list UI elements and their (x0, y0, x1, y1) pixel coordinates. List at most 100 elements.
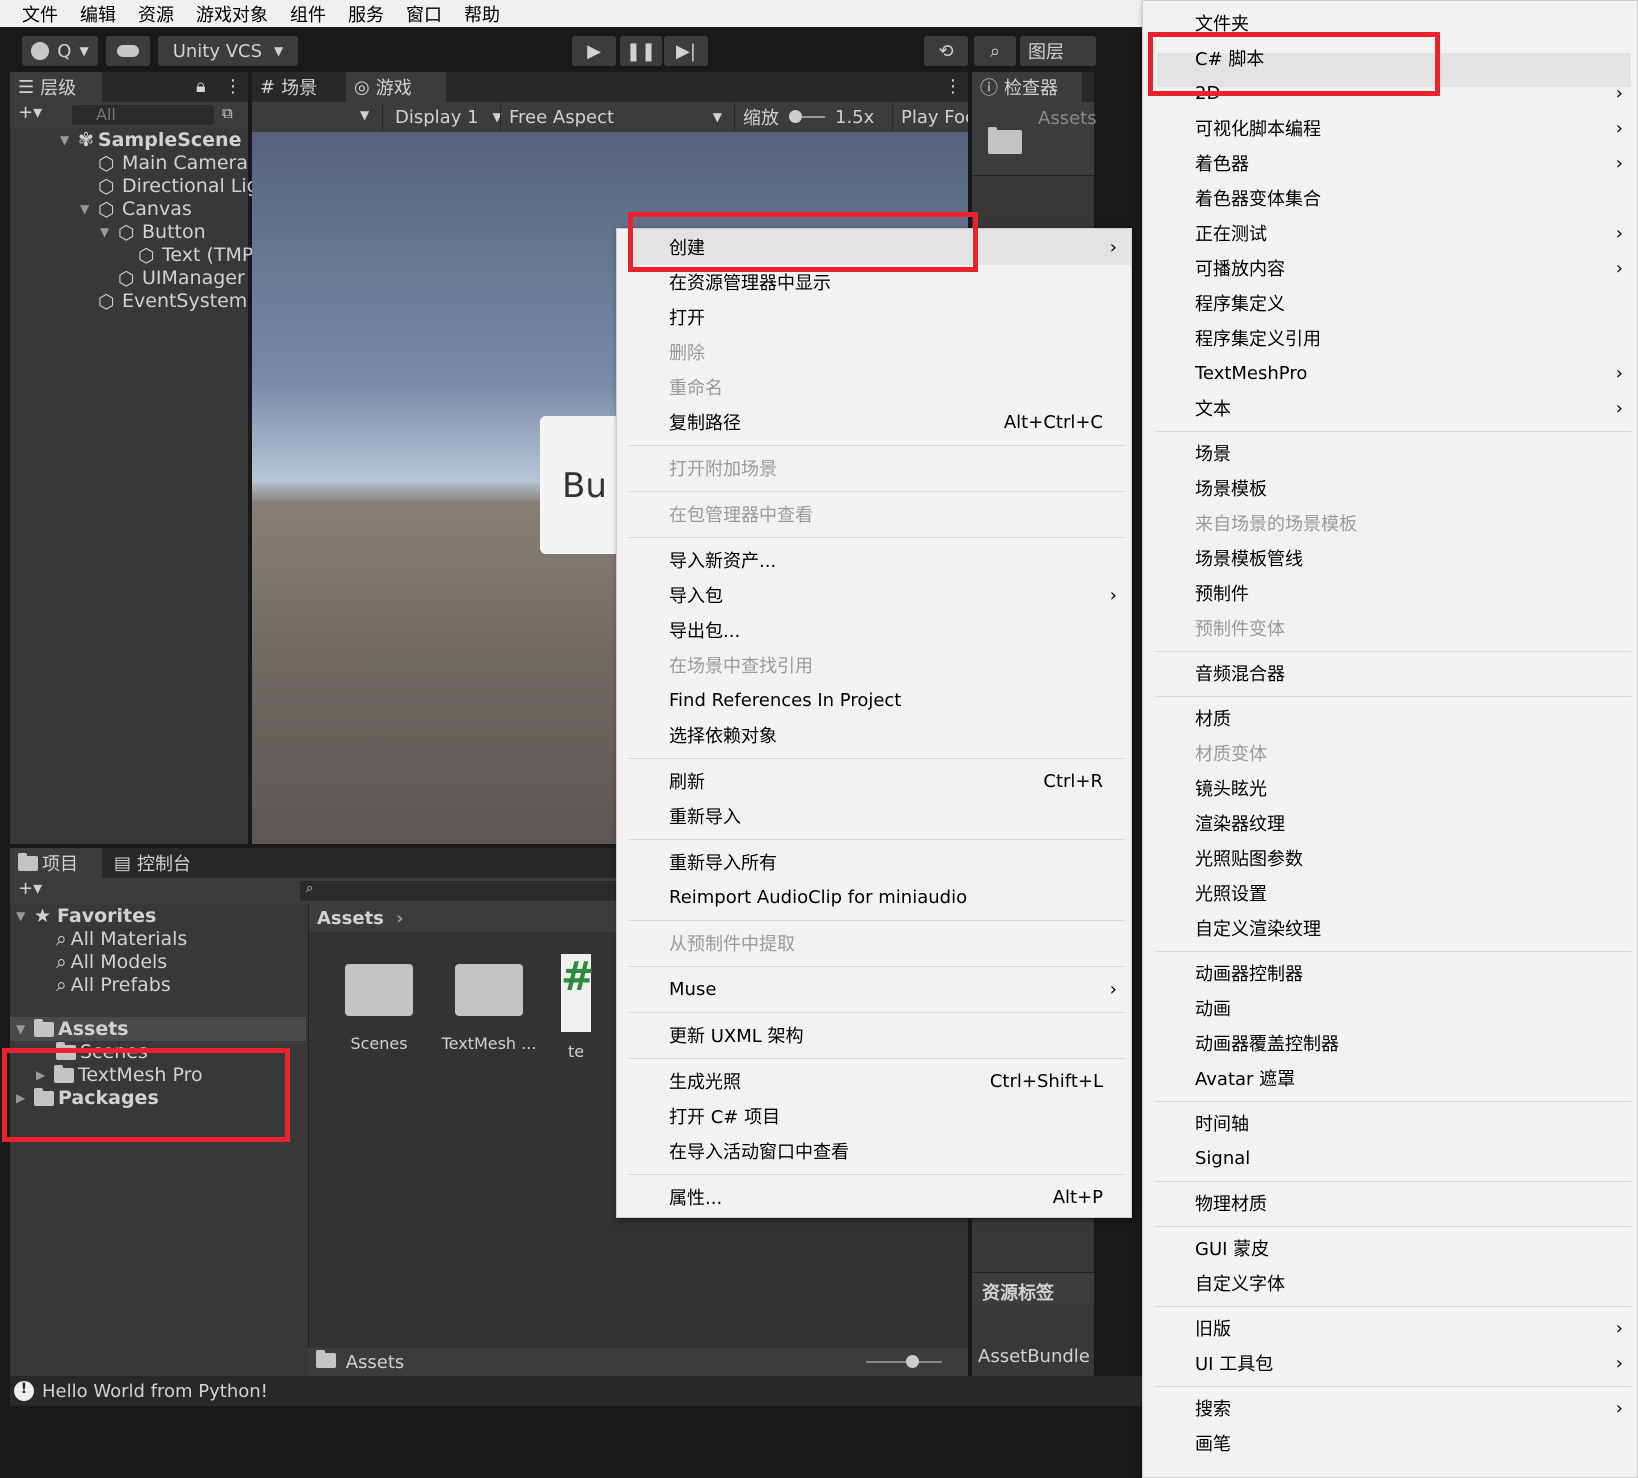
menu-item-muse[interactable]: Muse › (617, 973, 1131, 1005)
add-icon[interactable]: +▾ (18, 102, 42, 123)
lock-icon[interactable]: 🔒︎ (196, 76, 206, 97)
step-button[interactable]: ▶| (664, 36, 708, 66)
menu-component[interactable]: 组件 (290, 1, 326, 27)
layers-dropdown[interactable]: 图层 (1020, 36, 1096, 66)
play-focused-dropdown[interactable]: Play Foc (892, 102, 968, 132)
submenu-item[interactable]: Signal (1143, 1142, 1637, 1174)
menu-item-open[interactable]: 打开 (617, 301, 1131, 333)
menu-item-open-csharp-project[interactable]: 打开 C# 项目 (617, 1100, 1131, 1132)
status-message-row[interactable]: ! Hello World from Python! (10, 1376, 1145, 1406)
asset-folder-scenes[interactable]: Scenes (339, 964, 419, 1053)
zoom-control[interactable]: 缩放 1.5x (734, 102, 874, 132)
submenu-item[interactable]: 画笔 (1143, 1427, 1637, 1459)
scene-root[interactable]: ▼ ✾ SampleScene (60, 128, 241, 152)
menu-edit[interactable]: 编辑 (80, 1, 116, 27)
menu-item-select-dependencies[interactable]: 选择依赖对象 (617, 719, 1131, 751)
account-button[interactable]: Q ▼ (22, 36, 98, 66)
favorite-item[interactable]: ⌕ All Models (56, 950, 167, 974)
submenu-item[interactable]: 着色器 › (1143, 147, 1637, 179)
assets-node[interactable]: ▼ Assets (16, 1017, 129, 1041)
submenu-item[interactable]: 文本 › (1143, 392, 1637, 424)
favorite-item[interactable]: ⌕ All Prefabs (56, 973, 171, 997)
submenu-item[interactable]: 光照贴图参数 (1143, 842, 1637, 874)
favorite-item[interactable]: ⌕ All Materials (56, 927, 187, 951)
submenu-item[interactable]: 材质 (1143, 702, 1637, 734)
menu-window[interactable]: 窗口 (406, 1, 442, 27)
menu-item-properties[interactable]: 属性... Alt+P (617, 1181, 1131, 1213)
hierarchy-item[interactable]: ⬡ Directional Lig (98, 174, 259, 198)
add-icon[interactable]: +▾ (18, 878, 42, 899)
aspect-dropdown[interactable]: Free Aspect ▼ (500, 102, 728, 132)
submenu-item[interactable]: 自定义字体 (1143, 1267, 1637, 1299)
menu-item-reimport-audioclip[interactable]: Reimport AudioClip for miniaudio (617, 881, 1131, 913)
tab-inspector[interactable]: ⓘ 检查器 (972, 72, 1082, 102)
submenu-item[interactable]: 可视化脚本编程 › (1143, 112, 1637, 144)
play-button[interactable]: ▶ (572, 36, 616, 66)
submenu-item[interactable]: 预制件 (1143, 577, 1637, 609)
menu-item-refresh[interactable]: 刷新 Ctrl+R (617, 765, 1131, 797)
history-button[interactable]: ⟲ (924, 36, 968, 66)
menu-item-view-import-activity[interactable]: 在导入活动窗口中查看 (617, 1135, 1131, 1167)
chevron-down-icon[interactable]: ▼ (360, 108, 369, 122)
submenu-item[interactable]: Avatar 遮罩 (1143, 1062, 1637, 1094)
submenu-item[interactable]: UI 工具包 › (1143, 1347, 1637, 1379)
tab-game[interactable]: ◎ 游戏 (346, 72, 446, 102)
pause-button[interactable]: ❚❚ (620, 36, 662, 66)
submenu-item[interactable]: 渲染器纹理 (1143, 807, 1637, 839)
menu-item-export-package[interactable]: 导出包... (617, 614, 1131, 646)
submenu-item[interactable]: 场景模板 (1143, 472, 1637, 504)
cloud-button[interactable] (106, 36, 150, 66)
submenu-item[interactable]: 场景 (1143, 437, 1637, 469)
submenu-item[interactable]: 音频混合器 (1143, 657, 1637, 689)
hierarchy-item[interactable]: ⬡ Text (TMP (138, 243, 253, 267)
icon-size-slider[interactable] (866, 1355, 942, 1368)
menu-gameobject[interactable]: 游戏对象 (196, 1, 268, 27)
submenu-item[interactable]: 搜索 › (1143, 1392, 1637, 1424)
menu-services[interactable]: 服务 (348, 1, 384, 27)
tab-console[interactable]: ▤ 控制台 (106, 848, 216, 878)
search-button[interactable]: ⌕ (974, 36, 1016, 66)
tab-scene[interactable]: # 场景 (252, 72, 344, 102)
menu-item-import-package[interactable]: 导入包 › (617, 579, 1131, 611)
submenu-item[interactable]: 物理材质 (1143, 1187, 1637, 1219)
menu-item-find-refs-project[interactable]: Find References In Project (617, 684, 1131, 716)
menu-item-update-uxml[interactable]: 更新 UXML 架构 (617, 1019, 1131, 1051)
unity-vcs-button[interactable]: Unity VCS ▼ (158, 36, 298, 66)
menu-item-generate-lighting[interactable]: 生成光照 Ctrl+Shift+L (617, 1065, 1131, 1097)
hierarchy-item[interactable]: ⬡ Main Camera (98, 151, 248, 175)
submenu-item[interactable]: 程序集定义引用 (1143, 322, 1637, 354)
submenu-item[interactable]: 自定义渲染纹理 (1143, 912, 1637, 944)
menu-item-copy-path[interactable]: 复制路径 Alt+Ctrl+C (617, 406, 1131, 438)
submenu-item[interactable]: 动画 (1143, 992, 1637, 1024)
tab-project[interactable]: 项目 (10, 848, 102, 878)
submenu-item[interactable]: 场景模板管线 (1143, 542, 1637, 574)
display-dropdown[interactable]: Display 1 ▼ (382, 102, 514, 132)
asset-folder-textmesh[interactable]: TextMesh ... (439, 964, 539, 1053)
tab-hierarchy[interactable]: ☰ 层级 (10, 72, 102, 102)
submenu-item[interactable]: 着色器变体集合 (1143, 182, 1637, 214)
hierarchy-item[interactable]: ⬡ EventSystem (98, 289, 247, 313)
more-icon[interactable]: ⋮ (224, 76, 242, 97)
submenu-item[interactable]: 动画器覆盖控制器 (1143, 1027, 1637, 1059)
submenu-item[interactable]: 正在测试 › (1143, 217, 1637, 249)
zoom-slider[interactable] (789, 110, 825, 123)
submenu-item[interactable]: 可播放内容 › (1143, 252, 1637, 284)
scene-picker-icon[interactable]: ⧉ (222, 104, 233, 122)
submenu-item[interactable]: 旧版 › (1143, 1312, 1637, 1344)
submenu-item[interactable]: GUI 蒙皮 (1143, 1232, 1637, 1264)
submenu-item[interactable]: 光照设置 (1143, 877, 1637, 909)
menu-item-reimport-all[interactable]: 重新导入所有 (617, 846, 1131, 878)
hierarchy-item[interactable]: ▼ ⬡ Canvas (80, 197, 192, 221)
submenu-item[interactable]: 动画器控制器 (1143, 957, 1637, 989)
menu-item-reimport[interactable]: 重新导入 (617, 800, 1131, 832)
favorites-node[interactable]: ▼ ★ Favorites (16, 904, 156, 928)
menu-item-import-new-asset[interactable]: 导入新资产... (617, 544, 1131, 576)
submenu-item[interactable]: TextMeshPro › (1143, 357, 1637, 389)
asset-script-item[interactable]: # te (561, 954, 595, 1061)
more-icon[interactable]: ⋮ (944, 76, 962, 97)
submenu-item[interactable]: 镜头眩光 (1143, 772, 1637, 804)
menu-help[interactable]: 帮助 (464, 1, 500, 27)
submenu-item[interactable]: 时间轴 (1143, 1107, 1637, 1139)
hierarchy-item[interactable]: ▼ ⬡ Button (100, 220, 206, 244)
submenu-item[interactable]: 程序集定义 (1143, 287, 1637, 319)
